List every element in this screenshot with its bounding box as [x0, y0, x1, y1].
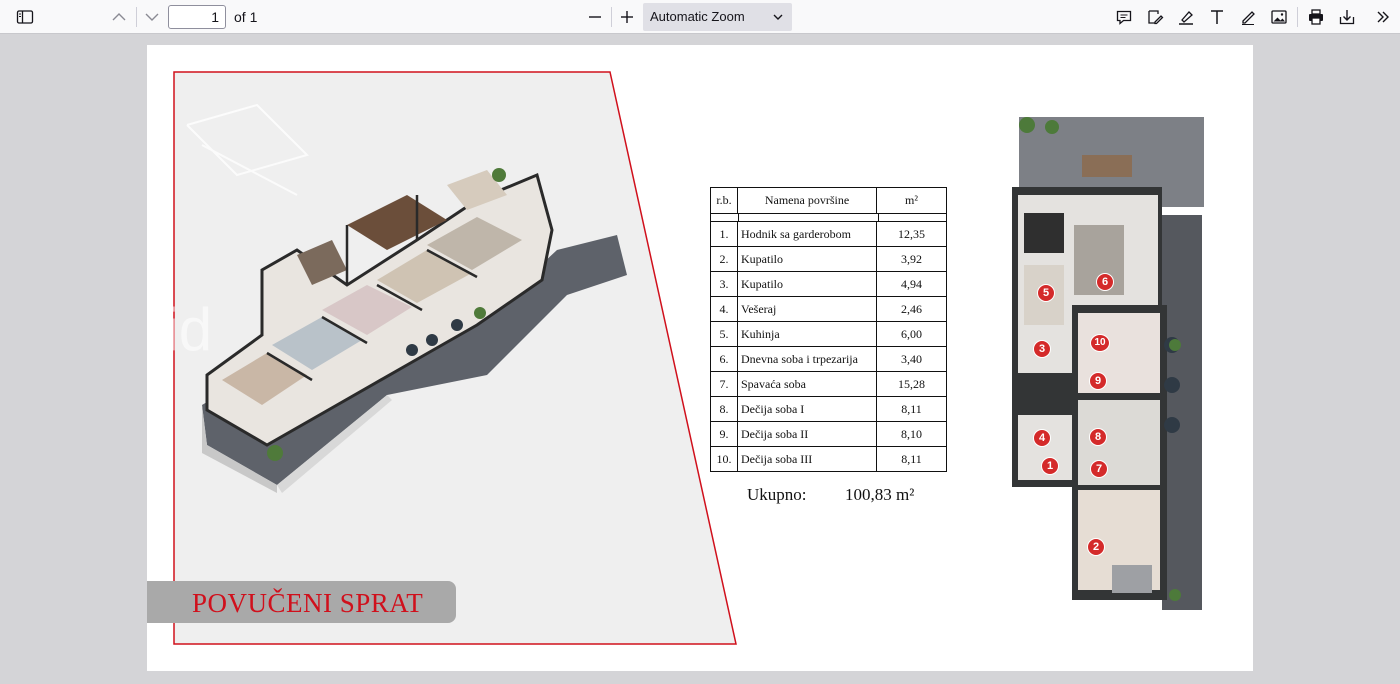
- table-header-row: r.b. Namena površine m²: [710, 187, 947, 214]
- table-row: 6. Dnevna soba i trpezarija 3,40: [710, 347, 947, 372]
- print-icon[interactable]: [1303, 4, 1329, 30]
- floor-title: POVUČENI SPRAT: [192, 588, 424, 618]
- table-row: 1. Hodnik sa garderobom 12,35: [710, 222, 947, 247]
- apartment-3d-render: [173, 71, 737, 645]
- sidebar-toggle-icon[interactable]: [12, 4, 38, 30]
- save-icon[interactable]: [1334, 4, 1360, 30]
- table-header: r.b.: [711, 188, 738, 213]
- next-page-icon[interactable]: [139, 4, 165, 30]
- table-cell: 2.: [711, 247, 738, 271]
- table-cell: 8,11: [901, 451, 922, 466]
- total-value: 100,83 m²: [845, 485, 915, 504]
- table-cell: Kupatilo: [738, 272, 877, 296]
- table-cell: Dečija soba III: [738, 447, 877, 471]
- table-cell: 3,40: [901, 351, 922, 366]
- room-area-table: r.b. Namena površine m² 1. Hodnik sa gard…: [710, 187, 947, 472]
- highlight-icon[interactable]: [1173, 4, 1199, 30]
- previous-page-icon[interactable]: [106, 4, 132, 30]
- watermark-logo: 4zid: [147, 296, 213, 363]
- total-label: Ukupno:: [747, 485, 807, 504]
- table-cell: 3,92: [901, 251, 922, 266]
- table-cell: Kuhinja: [738, 322, 877, 346]
- comment-icon[interactable]: [1111, 4, 1137, 30]
- table-row: 2. Kupatilo 3,92: [710, 247, 947, 272]
- pdf-page: 4zid r.b. Namena površine m² 1.Hodnik sa…: [147, 45, 1253, 671]
- pdf-toolbar: of 1 Automatic Zoom: [0, 0, 1400, 34]
- more-tools-icon[interactable]: [1370, 4, 1396, 30]
- table-spacer: [710, 214, 947, 222]
- table-cell: 10.: [711, 447, 738, 471]
- table-row: 5. Kuhinja 6,00: [710, 322, 947, 347]
- table-cell: 5.: [711, 322, 738, 346]
- table-row: 4. Vešeraj 2,46: [710, 297, 947, 322]
- plan-marker: 6: [1096, 273, 1114, 291]
- table-cell: 8,11: [901, 401, 922, 416]
- table-row: 9. Dečija soba II 8,10: [710, 422, 947, 447]
- plan-marker: 10: [1090, 334, 1110, 352]
- plan-marker: 8: [1089, 428, 1107, 446]
- chevron-down-icon: [773, 14, 783, 20]
- plan-marker: 2: [1087, 538, 1105, 556]
- zoom-in-icon[interactable]: [614, 4, 640, 30]
- table-row: 8. Dečija soba I 8,11: [710, 397, 947, 422]
- table-cell: Hodnik sa garderobom: [738, 222, 877, 246]
- page-number-input[interactable]: [168, 5, 226, 29]
- table-row: 10. Dečija soba III 8,11: [710, 447, 947, 472]
- table-cell: Dečija soba II: [738, 422, 877, 446]
- table-cell: Vešeraj: [738, 297, 877, 321]
- zoom-select[interactable]: Automatic Zoom: [643, 3, 792, 31]
- table-row: 3. Kupatilo 4,94: [710, 272, 947, 297]
- draw-icon[interactable]: [1235, 4, 1261, 30]
- floor-plan-image: [1012, 117, 1204, 610]
- table-cell: 4.: [711, 297, 738, 321]
- table-cell: 6,00: [901, 326, 922, 341]
- total-area: Ukupno: 100,83 m²: [747, 485, 914, 505]
- table-cell: 6.: [711, 347, 738, 371]
- plan-marker: 5: [1037, 284, 1055, 302]
- table-cell: 15,28: [898, 376, 925, 391]
- table-cell: 2,46: [901, 301, 922, 316]
- plan-marker: 7: [1090, 460, 1108, 478]
- plan-marker: 3: [1033, 340, 1051, 358]
- table-cell: 4,94: [901, 276, 922, 291]
- plan-marker: 9: [1089, 372, 1107, 390]
- table-cell: 7.: [711, 372, 738, 396]
- table-row: 7. Spavaća soba 15,28: [710, 372, 947, 397]
- zoom-out-icon[interactable]: [582, 4, 608, 30]
- zoom-select-label: Automatic Zoom: [650, 9, 745, 24]
- plan-marker: 1: [1041, 457, 1059, 475]
- plan-marker: 4: [1033, 429, 1051, 447]
- text-icon[interactable]: [1204, 4, 1230, 30]
- table-cell: 8,10: [901, 426, 922, 441]
- table-cell: 9.: [711, 422, 738, 446]
- table-cell: 8.: [711, 397, 738, 421]
- table-cell: Dečija soba I: [738, 397, 877, 421]
- table-header: m²: [905, 193, 918, 207]
- table-header: Namena površine: [738, 188, 877, 213]
- table-cell: 1.: [711, 222, 738, 246]
- page-count-label: of 1: [234, 9, 258, 25]
- table-cell: Kupatilo: [738, 247, 877, 271]
- table-cell: Dnevna soba i trpezarija: [738, 347, 877, 371]
- table-cell: 12,35: [898, 226, 925, 241]
- signature-icon[interactable]: [1142, 4, 1168, 30]
- table-cell: Spavaća soba: [738, 372, 877, 396]
- table-cell: 3.: [711, 272, 738, 296]
- floor-title-banner: POVUČENI SPRAT: [147, 581, 456, 623]
- image-icon[interactable]: [1266, 4, 1292, 30]
